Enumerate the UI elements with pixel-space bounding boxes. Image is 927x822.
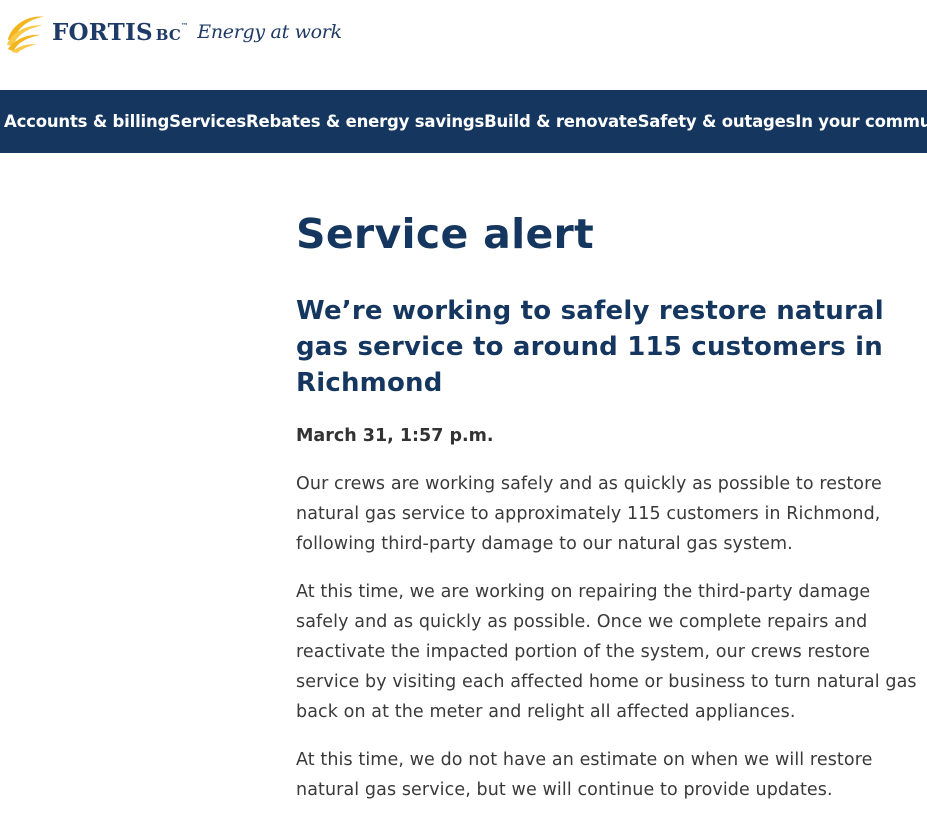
nav-item-build-renovate[interactable]: Build & renovate [484, 112, 638, 131]
nav-item-in-your-community[interactable]: In your community [795, 112, 927, 131]
alert-content: Service alert We’re working to safely re… [296, 205, 920, 805]
nav-item-services[interactable]: Services [169, 112, 246, 131]
fortisbc-sunburst-icon [6, 16, 45, 53]
nav-item-accounts-billing[interactable]: Accounts & billing [4, 112, 169, 131]
page-title: Service alert [296, 210, 594, 258]
nav-item-rebates-energy-savings[interactable]: Rebates & energy savings [246, 112, 484, 131]
nav-item-safety-outages[interactable]: Safety & outages [638, 112, 796, 131]
alert-dateline: March 31, 1:57 p.m. [296, 426, 494, 446]
main-nav: Accounts & billing Services Rebates & en… [0, 90, 927, 153]
alert-subheading: We’re working to safely restore natural … [296, 296, 884, 398]
fortisbc-logo-link[interactable]: FORTIS BC™ Energy at work [4, 8, 342, 56]
alert-paragraph: At this time, we are working on repairin… [296, 582, 917, 722]
alert-paragraph: Our crews are working safely and as quic… [296, 474, 882, 554]
logo-wordmark: FORTIS BC™ [52, 18, 189, 46]
site-header: FORTIS BC™ Energy at work Accounts & bill… [0, 0, 927, 153]
alert-paragraph: At this time, we do not have an estimate… [296, 750, 873, 800]
logo-tagline: Energy at work [197, 21, 342, 43]
